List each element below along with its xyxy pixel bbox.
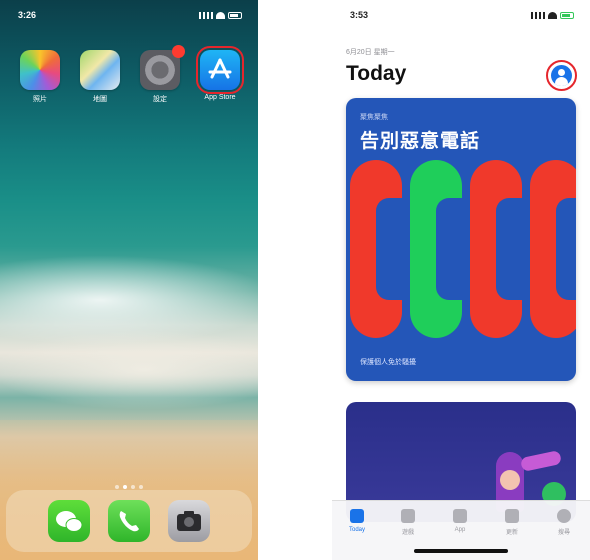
- wechat-icon[interactable]: [48, 500, 90, 542]
- dock: [6, 490, 252, 552]
- page-title: Today: [346, 62, 407, 85]
- signal-icon: [199, 12, 213, 19]
- notification-badge: [172, 45, 185, 58]
- battery-icon: [228, 12, 242, 19]
- card-footer: 保護個人免於騷擾: [360, 359, 416, 366]
- tab-label: 搜尋: [557, 530, 570, 536]
- app-app-store[interactable]: App Store: [196, 46, 244, 101]
- app-label: 照片: [33, 96, 47, 103]
- maps-icon: [80, 50, 120, 90]
- camera-icon[interactable]: [168, 500, 210, 542]
- app-settings[interactable]: 設定: [139, 45, 185, 104]
- tab-today[interactable]: Today: [334, 509, 380, 533]
- app-label: 設定: [153, 96, 167, 103]
- phone-receiver-art: [470, 160, 522, 338]
- page-dot: [123, 485, 127, 489]
- tab-search[interactable]: 搜尋: [541, 509, 587, 536]
- home-screen: 3:26 照片 地圖 設定 App Store: [0, 0, 258, 560]
- wave-foam: [0, 330, 258, 410]
- app-maps[interactable]: 地圖: [79, 50, 121, 104]
- rocket-icon: [401, 509, 415, 523]
- app-store-icon: [196, 46, 244, 94]
- settings-icon: [140, 45, 185, 90]
- app-label: App Store: [204, 94, 236, 101]
- app-photos[interactable]: 照片: [19, 50, 61, 104]
- app-label: 地圖: [93, 96, 107, 103]
- photos-icon: [20, 50, 60, 90]
- signal-icon: [531, 12, 545, 19]
- account-button[interactable]: [546, 60, 577, 91]
- phone-icon[interactable]: [108, 500, 150, 542]
- status-time: 3:53: [350, 10, 369, 20]
- page-dot: [131, 485, 135, 489]
- home-indicator[interactable]: [414, 549, 508, 553]
- card-title: 告別惡意電話: [360, 131, 481, 152]
- tab-label: Today: [348, 527, 365, 533]
- phone-receiver-art: [530, 160, 576, 338]
- page-dot: [139, 485, 143, 489]
- today-date: 6月20日 星期一: [346, 49, 395, 56]
- wifi-icon: [548, 12, 557, 19]
- tab-updates[interactable]: 更新: [489, 509, 535, 536]
- download-icon: [505, 509, 519, 523]
- account-icon: [551, 65, 572, 86]
- tab-label: 遊戲: [401, 530, 414, 536]
- app-store-screen: 3:53 6月20日 星期一 Today 聚焦聚焦 告別惡意電話 保護個人免於騷…: [332, 0, 590, 560]
- search-icon: [557, 509, 571, 523]
- battery-icon: [560, 12, 574, 19]
- phone-receiver-art: [410, 160, 462, 338]
- wifi-icon: [216, 12, 225, 19]
- character-art: [500, 470, 520, 490]
- status-bar: 3:53: [332, 10, 590, 24]
- status-time: 3:26: [18, 10, 37, 20]
- tab-label: App: [454, 527, 466, 533]
- today-icon: [350, 509, 364, 523]
- today-story-card[interactable]: 聚焦聚焦 告別惡意電話 保護個人免於騷擾: [346, 98, 576, 381]
- card-subtitle: 聚焦聚焦: [360, 114, 388, 121]
- tab-games[interactable]: 遊戲: [385, 509, 431, 536]
- page-dot: [115, 485, 119, 489]
- status-bar: 3:26: [0, 10, 258, 24]
- character-art: [519, 449, 563, 473]
- phone-receiver-art: [350, 160, 402, 338]
- tab-label: 更新: [505, 530, 518, 536]
- stack-icon: [453, 509, 467, 523]
- tab-apps[interactable]: App: [437, 509, 483, 533]
